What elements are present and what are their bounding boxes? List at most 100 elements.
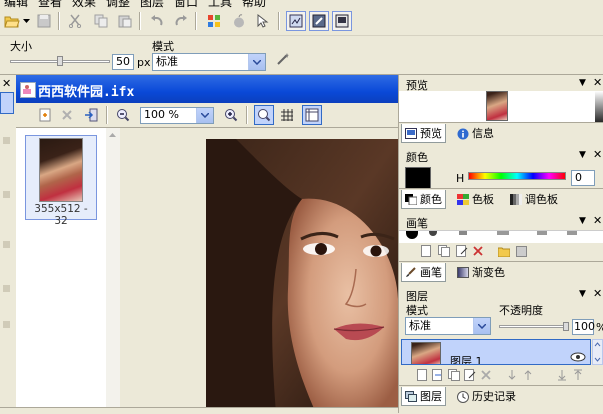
tool-icon[interactable]	[3, 137, 10, 144]
close-icon[interactable]: ✕	[593, 76, 602, 89]
tab-layers[interactable]: 图层	[401, 387, 446, 406]
layer-mode-select[interactable]: 标准	[405, 317, 491, 335]
panel-menu-arrow-icon[interactable]: ▼	[579, 216, 586, 226]
brush-preset[interactable]	[459, 231, 467, 235]
brush-preset[interactable]	[429, 231, 437, 236]
duplicate-brush-icon[interactable]	[435, 242, 453, 260]
menu-item-layer[interactable]: 图层	[140, 0, 164, 8]
import-icon[interactable]	[82, 106, 100, 124]
tab-gradient[interactable]: 渐变色	[454, 263, 508, 281]
menu-item-adjust[interactable]: 调整	[106, 0, 130, 8]
active-tool-button[interactable]	[0, 92, 14, 114]
tab-info[interactable]: 信息	[454, 124, 497, 142]
menu-item-effects[interactable]: 效果	[72, 0, 96, 8]
tab-history[interactable]: 历史记录	[454, 387, 519, 405]
undo-icon[interactable]	[148, 12, 166, 30]
close-icon[interactable]: ✕	[2, 77, 11, 90]
close-icon[interactable]: ✕	[593, 148, 602, 161]
tool-icon[interactable]	[3, 241, 10, 248]
tool-icon[interactable]	[3, 191, 10, 198]
open-brush-icon[interactable]	[495, 242, 513, 260]
tab-preview[interactable]: 预览	[401, 124, 446, 143]
color-tabs: 颜色 色板 调色板	[399, 188, 603, 209]
preview-thumbnail[interactable]	[486, 91, 508, 121]
tab-swatch[interactable]: 色板	[454, 190, 497, 208]
mode-select[interactable]: 标准	[152, 53, 266, 71]
hue-slider[interactable]	[468, 172, 566, 180]
tab-color[interactable]: 颜色	[401, 190, 446, 209]
menu-item-tools[interactable]: 工具	[208, 0, 232, 8]
tab-brush[interactable]: 画笔	[401, 263, 446, 282]
brush-preset[interactable]	[567, 231, 577, 235]
delete-layer-icon[interactable]	[477, 366, 495, 384]
eye-visibility-icon[interactable]	[570, 352, 586, 364]
opacity-slider-thumb[interactable]	[563, 322, 569, 331]
primary-color-swatch[interactable]	[405, 167, 431, 189]
tool-icon[interactable]	[3, 285, 10, 292]
new-brush-icon[interactable]	[417, 242, 435, 260]
info-icon	[457, 128, 469, 139]
pointer-icon[interactable]	[253, 12, 271, 30]
document-titlebar[interactable]: 西西软件园.ifx	[16, 75, 398, 103]
panel-menu-arrow-icon[interactable]: ▼	[579, 289, 586, 299]
size-value-field[interactable]: 50	[112, 54, 134, 70]
brush-preset[interactable]	[497, 231, 509, 235]
redo-icon[interactable]	[172, 12, 190, 30]
save-icon[interactable]	[35, 12, 53, 30]
brush-preset[interactable]	[406, 231, 418, 239]
menu-item-window[interactable]: 窗口	[174, 0, 198, 8]
hue-value-field[interactable]: 0	[571, 170, 595, 186]
zoom-select[interactable]: 100 %	[140, 107, 214, 124]
preview-panel-header: 预览 ▼ ✕	[399, 75, 603, 92]
tool-icon[interactable]	[3, 321, 10, 328]
scroll-up-icon[interactable]	[107, 129, 118, 141]
swatch-icon	[457, 193, 469, 205]
magic-wand-icon[interactable]	[274, 50, 292, 68]
chevron-down-icon[interactable]	[473, 318, 490, 334]
toolbar-separator	[195, 12, 197, 30]
panel-menu-arrow-icon[interactable]: ▼	[579, 78, 586, 88]
size-slider-thumb[interactable]	[57, 56, 63, 66]
zoom-tool-icon[interactable]	[254, 105, 274, 125]
new-image-icon[interactable]	[36, 106, 54, 124]
close-icon[interactable]: ✕	[593, 287, 602, 300]
brush-preset[interactable]	[537, 231, 547, 235]
close-icon[interactable]: ✕	[593, 214, 602, 227]
menu-item-help[interactable]: 帮助	[242, 0, 266, 8]
opacity-value-field[interactable]: 100	[572, 319, 595, 335]
preview-area	[399, 91, 603, 123]
thumbnail-item[interactable]: 355x512 - 32	[25, 135, 97, 227]
menu-item-view[interactable]: 查看	[38, 0, 62, 8]
opacity-slider[interactable]	[499, 322, 569, 332]
toggle-panel-3-icon[interactable]	[332, 11, 352, 31]
copy-icon[interactable]	[92, 12, 110, 30]
cut-icon[interactable]	[66, 12, 84, 30]
layer-row[interactable]: 图层 1	[401, 339, 591, 365]
chevron-down-icon[interactable]	[248, 54, 265, 70]
paste-icon[interactable]	[116, 12, 134, 30]
chevron-down-icon[interactable]	[196, 108, 213, 123]
delete-icon[interactable]	[58, 106, 76, 124]
merge-up-icon[interactable]	[569, 366, 587, 384]
layers-scrollbar[interactable]	[592, 339, 603, 365]
grid-icon[interactable]	[278, 106, 296, 124]
open-dropdown-arrow-icon[interactable]	[21, 12, 31, 30]
toggle-panel-1-icon[interactable]	[286, 11, 306, 31]
toggle-panel-2-icon[interactable]	[309, 11, 329, 31]
rulers-icon[interactable]	[302, 105, 322, 125]
windows-logo-icon[interactable]	[205, 12, 223, 30]
layer-name[interactable]: 图层 1	[450, 353, 483, 364]
size-slider[interactable]	[10, 56, 110, 66]
zoom-in-icon[interactable]	[222, 106, 240, 124]
delete-brush-icon[interactable]	[469, 242, 487, 260]
tab-palette[interactable]: 调色板	[507, 190, 561, 208]
vertical-scrollbar[interactable]	[106, 128, 121, 413]
apple-icon[interactable]	[230, 12, 248, 30]
save-brush-icon[interactable]	[512, 242, 530, 260]
panel-menu-arrow-icon[interactable]: ▼	[579, 150, 586, 160]
image-canvas-area[interactable]	[120, 128, 398, 413]
move-layer-up-icon[interactable]	[519, 366, 537, 384]
open-folder-icon[interactable]	[3, 12, 21, 30]
zoom-out-icon[interactable]	[114, 106, 132, 124]
menu-item-edit[interactable]: 编辑	[4, 0, 28, 8]
